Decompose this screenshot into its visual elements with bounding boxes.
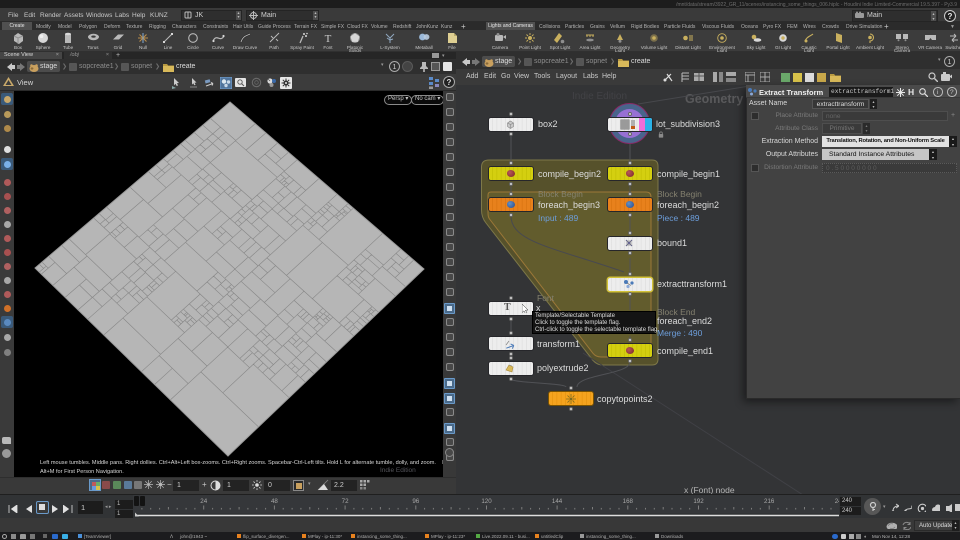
svg-text:240: 240 [835,498,839,505]
svg-text:48: 48 [271,498,278,505]
svg-text:216: 216 [764,498,775,505]
svg-text:192: 192 [693,498,704,505]
svg-text:72: 72 [342,498,349,505]
svg-text:T: T [325,33,332,44]
svg-text:24: 24 [200,498,207,505]
svg-text:168: 168 [623,498,634,505]
svg-text:144: 144 [552,498,563,505]
svg-text:96: 96 [412,498,419,505]
svg-text:120: 120 [481,498,492,505]
